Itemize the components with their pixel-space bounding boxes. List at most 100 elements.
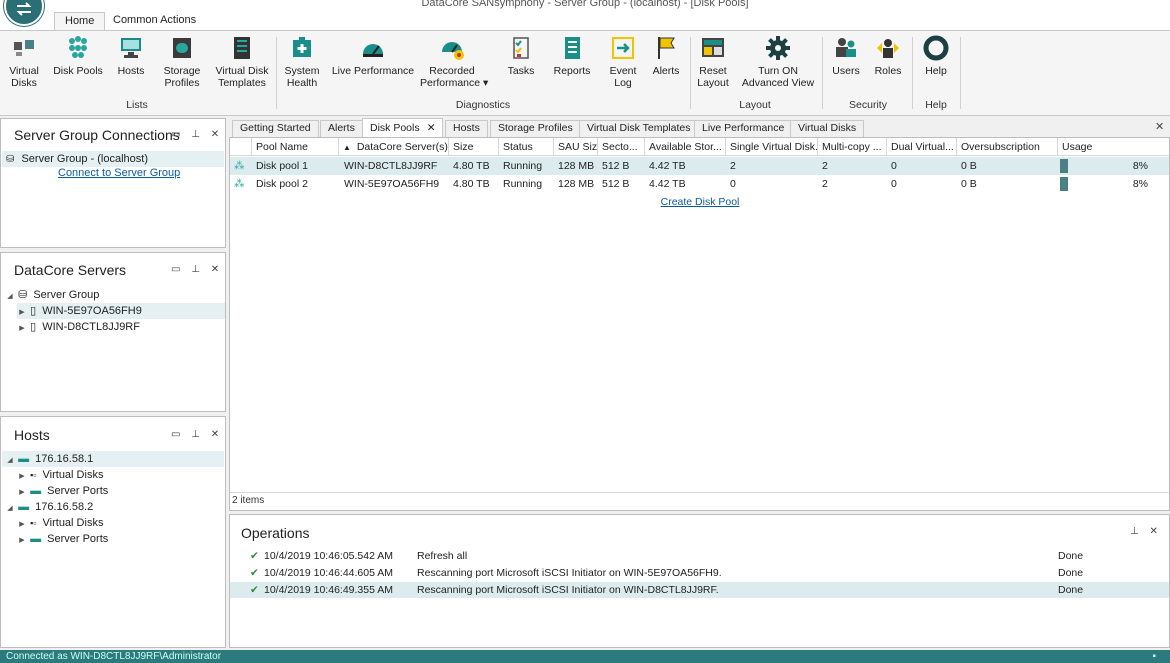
roles-button[interactable]: Roles: [870, 35, 906, 77]
system-health-button[interactable]: System Health: [282, 35, 322, 89]
tab-label: Disk Pools: [370, 122, 420, 134]
server-group-label: Server Group - (localhost): [21, 153, 148, 165]
host-node[interactable]: ◢ ▬ 176.16.58.2: [5, 499, 93, 515]
server-node[interactable]: ▶ ▯ WIN-5E97OA56FH9: [17, 303, 225, 319]
tab-live-performance[interactable]: Live Performance: [694, 120, 793, 137]
help-button[interactable]: Help: [920, 35, 952, 77]
ribbon-group-layout: Layout: [739, 99, 771, 111]
tab-getting-started[interactable]: Getting Started: [232, 120, 319, 137]
status-bar: Connected as WIN-D8CTL8JJ9RF\Administrat…: [0, 650, 1170, 663]
grid-header-status[interactable]: Status: [499, 138, 554, 156]
grid-header-dual-virtual[interactable]: Dual Virtual...: [887, 138, 957, 156]
host-child-server-ports[interactable]: ▶ ▬ Server Ports: [17, 531, 108, 547]
server-icon: ▯: [30, 305, 37, 317]
resize-grip-icon[interactable]: ▪: [1152, 650, 1156, 663]
collapse-arrow-icon[interactable]: ◢: [5, 501, 15, 517]
panel-controls[interactable]: ⊥ ✕: [1130, 526, 1162, 537]
event-log-label: Event Log: [609, 65, 637, 89]
collapse-arrow-icon[interactable]: ◢: [5, 453, 15, 469]
users-button[interactable]: Users: [830, 35, 862, 77]
disk-pool-icon: ⁂: [234, 160, 245, 172]
sort-ascending-icon: ▲: [343, 143, 351, 152]
grid-header-size[interactable]: Size: [449, 138, 499, 156]
live-performance-button[interactable]: Live Performance: [331, 35, 415, 77]
virtual-disks-icon: ▪▫: [30, 470, 37, 480]
storage-profiles-button[interactable]: Storage Profiles: [160, 35, 204, 89]
ribbon-group-security: Security: [849, 99, 887, 111]
grid-header-usage[interactable]: Usage: [1058, 138, 1169, 156]
table-row[interactable]: ⁂ Disk pool 2 WIN-5E97OA56FH9 4.80 TB Ru…: [230, 175, 1169, 193]
connect-to-server-group-link[interactable]: Connect to Server Group: [58, 167, 180, 179]
advanced-view-gear-icon: [766, 36, 790, 60]
operation-row[interactable]: ✔ 10/4/2019 10:46:05.542 AM Refresh all …: [230, 548, 1169, 564]
panel-title: Operations: [241, 525, 310, 541]
tab-alerts[interactable]: Alerts: [320, 120, 363, 137]
reports-icon: [565, 37, 580, 59]
grid-header-multi-copy[interactable]: Multi-copy ...: [818, 138, 887, 156]
tab-virtual-disks[interactable]: Virtual Disks: [790, 120, 865, 137]
recorded-performance-button[interactable]: Recorded Performance ▾: [420, 35, 488, 89]
tab-storage-profiles[interactable]: Storage Profiles: [490, 120, 581, 137]
grid-header-single-virtual-disk[interactable]: Single Virtual Disk...: [726, 138, 818, 156]
tasks-button[interactable]: Tasks: [506, 35, 536, 77]
host-child-server-ports[interactable]: ▶ ▬ Server Ports: [17, 483, 108, 499]
server-node[interactable]: ▶ ▯ WIN-D8CTL8JJ9RF: [17, 319, 225, 335]
advanced-view-label: Turn ON Advanced View: [741, 65, 815, 89]
cell-pool-name: Disk pool 1: [256, 160, 308, 172]
close-tab-icon[interactable]: ✕: [427, 119, 436, 137]
expand-arrow-icon[interactable]: ▶: [17, 321, 27, 337]
hosts-panel: Hosts ▭ ⊥ ✕ ◢ ▬ 176.16.58.1 ▶ ▪▫ Virtual…: [0, 416, 226, 648]
success-check-icon: ✔: [250, 584, 259, 596]
grid-header-oversubscription[interactable]: Oversubscription: [957, 138, 1058, 156]
grid-header-datacore-servers[interactable]: ▲ DataCore Server(s): [339, 138, 449, 156]
grid-header-available-storage[interactable]: Available Stor...: [645, 138, 726, 156]
hosts-button[interactable]: Hosts: [114, 35, 148, 77]
users-icon: [836, 38, 856, 57]
reports-button[interactable]: Reports: [552, 35, 592, 77]
panel-controls[interactable]: ▭ ⊥ ✕: [171, 264, 223, 275]
virtual-disk-templates-button[interactable]: Virtual Disk Templates: [214, 35, 270, 89]
operation-row[interactable]: ✔ 10/4/2019 10:46:44.605 AM Rescanning p…: [230, 565, 1169, 581]
tab-virtual-disk-templates[interactable]: Virtual Disk Templates: [579, 120, 699, 137]
host-child-virtual-disks[interactable]: ▶ ▪▫ Virtual Disks: [17, 467, 103, 483]
disk-pools-button[interactable]: Disk Pools: [52, 35, 104, 77]
disk-pools-icon: [69, 36, 87, 58]
host-child-virtual-disks[interactable]: ▶ ▪▫ Virtual Disks: [17, 515, 103, 531]
server-group-node[interactable]: ◢ ⛁ Server Group: [5, 287, 223, 303]
virtual-disks-button[interactable]: Virtual Disks: [4, 35, 44, 89]
tab-hosts[interactable]: Hosts: [445, 120, 488, 137]
grid-header-sector[interactable]: Secto...: [598, 138, 645, 156]
event-log-button[interactable]: Event Log: [606, 35, 640, 89]
panel-controls[interactable]: ▭ ⊥ ✕: [171, 429, 223, 440]
ribbon-tab-common-actions[interactable]: Common Actions: [103, 12, 206, 30]
close-document-icon[interactable]: ✕: [1155, 120, 1164, 133]
ribbon-tab-home[interactable]: Home: [54, 12, 106, 30]
operation-row[interactable]: ✔ 10/4/2019 10:46:49.355 AM Rescanning p…: [230, 582, 1169, 598]
ribbon-group-diagnostics: Diagnostics: [455, 99, 511, 111]
advanced-view-button[interactable]: Turn ON Advanced View: [740, 35, 816, 89]
operation-time: 10/4/2019 10:46:44.605 AM: [264, 567, 394, 579]
cell-size: 4.80 TB: [453, 160, 490, 172]
host-node[interactable]: ◢ ▬ 176.16.58.1: [2, 451, 224, 467]
operation-time: 10/4/2019 10:46:49.355 AM: [264, 584, 394, 596]
grid-header-sau-size[interactable]: SAU Size: [554, 138, 598, 156]
cell-single: 0: [730, 178, 736, 190]
system-health-label: System Health: [284, 65, 320, 89]
success-check-icon: ✔: [250, 567, 259, 579]
cell-oversubscription: 0 B: [961, 160, 977, 172]
expand-arrow-icon[interactable]: ▶: [17, 533, 27, 549]
tab-disk-pools[interactable]: Disk Pools ✕: [362, 118, 443, 137]
usage-bar: [1060, 177, 1068, 191]
collapse-arrow-icon[interactable]: ◢: [5, 289, 15, 305]
help-lifebuoy-icon: [923, 35, 949, 61]
reset-layout-button[interactable]: Reset Layout: [694, 35, 732, 89]
table-row[interactable]: ⁂ Disk pool 1 WIN-D8CTL8JJ9RF 4.80 TB Ru…: [230, 157, 1169, 175]
virtual-disks-icon: ▪▫: [30, 518, 37, 528]
alerts-button[interactable]: Alerts: [648, 35, 684, 77]
server-group-item[interactable]: ⛁ Server Group - (localhost): [2, 151, 224, 167]
datacore-servers-panel: DataCore Servers ▭ ⊥ ✕ ◢ ⛁ Server Group …: [0, 252, 226, 412]
grid-header-pool-name[interactable]: Pool Name: [252, 138, 339, 156]
panel-controls[interactable]: ▭ ⊥ ✕: [171, 129, 223, 140]
create-disk-pool-link[interactable]: Create Disk Pool: [660, 196, 740, 208]
server-label: WIN-D8CTL8JJ9RF: [42, 321, 140, 333]
